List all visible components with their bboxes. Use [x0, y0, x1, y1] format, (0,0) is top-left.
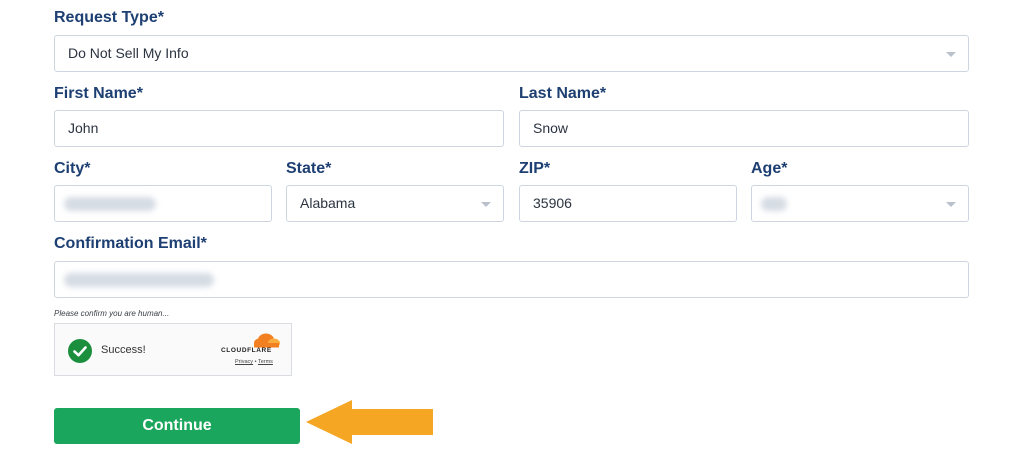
zip-label: ZIP*: [519, 160, 551, 177]
state-value: Alabama: [300, 195, 356, 211]
arrow-left-icon: [306, 400, 433, 444]
last-name-label: Last Name*: [519, 85, 607, 102]
email-label: Confirmation Email*: [54, 235, 207, 252]
redacted-city-value: [64, 197, 156, 211]
request-type-value: Do Not Sell My Info: [68, 45, 189, 61]
cloudflare-cloud-icon: [254, 333, 280, 348]
confirmation-email-input[interactable]: [54, 261, 969, 298]
captcha-prompt: Please confirm you are human...: [54, 309, 170, 318]
zip-input[interactable]: 35906: [519, 185, 737, 222]
cloudflare-logo-text: CLOUDFLARE: [221, 347, 272, 354]
checkmark-icon: [68, 339, 92, 363]
redacted-email-value: [64, 273, 214, 287]
request-type-select[interactable]: Do Not Sell My Info: [54, 35, 969, 72]
last-name-value: Snow: [533, 120, 569, 136]
captcha-status: Success!: [101, 344, 146, 356]
captcha-links: Privacy • Terms: [235, 359, 273, 365]
age-label: Age*: [751, 160, 788, 177]
zip-value: 35906: [533, 195, 572, 211]
chevron-down-icon: [946, 202, 956, 207]
city-input[interactable]: [54, 185, 272, 222]
chevron-down-icon: [481, 202, 491, 207]
request-type-label: Request Type*: [54, 9, 164, 26]
state-select[interactable]: Alabama: [286, 185, 504, 222]
first-name-value: John: [68, 120, 99, 136]
chevron-down-icon: [946, 52, 956, 57]
continue-button[interactable]: Continue: [54, 408, 300, 444]
link-separator: •: [254, 359, 257, 365]
first-name-label: First Name*: [54, 85, 143, 102]
age-select[interactable]: [751, 185, 969, 222]
state-label: State*: [286, 160, 332, 177]
redacted-age-value: [761, 197, 787, 211]
last-name-input[interactable]: Snow: [519, 110, 969, 147]
city-label: City*: [54, 160, 91, 177]
terms-link[interactable]: Terms: [258, 359, 273, 365]
cloudflare-captcha-widget[interactable]: Success! CLOUDFLARE Privacy • Terms: [54, 323, 292, 376]
privacy-link[interactable]: Privacy: [235, 359, 253, 365]
first-name-input[interactable]: John: [54, 110, 504, 147]
